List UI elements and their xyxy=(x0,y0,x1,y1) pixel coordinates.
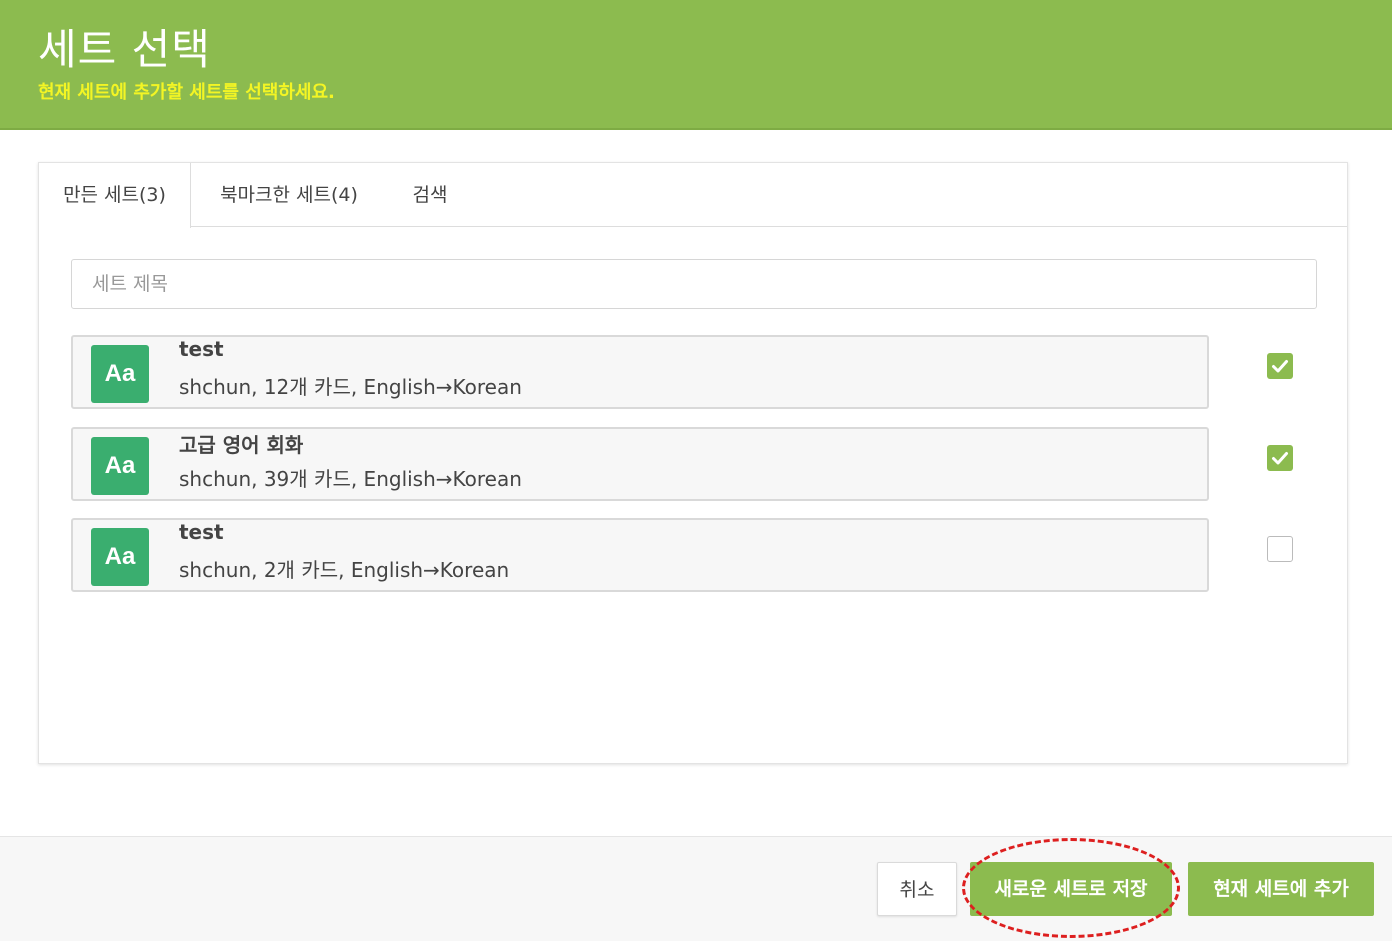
tab-created-sets[interactable]: 만든 세트(3) xyxy=(39,163,191,228)
tab-bar: 만든 세트(3) 북마크한 세트(4) 검색 xyxy=(39,163,1347,228)
save-as-new-set-button[interactable]: 새로운 세트로 저장 xyxy=(970,862,1172,916)
set-thumbnail-icon: Aa xyxy=(91,437,149,495)
set-item[interactable]: Aa test shchun, 12개 카드, English→Korean xyxy=(71,335,1209,409)
set-name: 고급 영어 회화 xyxy=(179,433,304,457)
set-thumbnail-icon: Aa xyxy=(91,528,149,586)
set-meta: shchun, 39개 카드, English→Korean xyxy=(179,467,522,491)
page-subtitle: 현재 세트에 추가할 세트를 선택하세요. xyxy=(38,82,335,103)
set-meta: shchun, 12개 카드, English→Korean xyxy=(179,375,522,399)
set-name: test xyxy=(179,520,224,544)
set-name: test xyxy=(179,337,224,361)
footer-bar: 취소 새로운 세트로 저장 현재 세트에 추가 xyxy=(0,836,1392,941)
set-checkbox[interactable] xyxy=(1267,536,1293,562)
set-checkbox[interactable] xyxy=(1267,353,1293,379)
set-title-search-input[interactable] xyxy=(71,259,1317,309)
cancel-button[interactable]: 취소 xyxy=(877,862,957,916)
add-to-current-set-button[interactable]: 현재 세트에 추가 xyxy=(1188,862,1374,916)
set-checkbox[interactable] xyxy=(1267,445,1293,471)
set-list-panel: 만든 세트(3) 북마크한 세트(4) 검색 Aa test shchun, 1… xyxy=(38,162,1348,764)
set-thumbnail-icon: Aa xyxy=(91,345,149,403)
tab-bookmarked-sets[interactable]: 북마크한 세트(4) xyxy=(191,163,387,227)
page-title: 세트 선택 xyxy=(38,25,211,74)
set-meta: shchun, 2개 카드, English→Korean xyxy=(179,558,510,582)
tab-search[interactable]: 검색 xyxy=(389,163,471,227)
set-item[interactable]: Aa test shchun, 2개 카드, English→Korean xyxy=(71,518,1209,592)
header: 세트 선택 현재 세트에 추가할 세트를 선택하세요. xyxy=(0,0,1392,130)
set-item[interactable]: Aa 고급 영어 회화 shchun, 39개 카드, English→Kore… xyxy=(71,427,1209,501)
